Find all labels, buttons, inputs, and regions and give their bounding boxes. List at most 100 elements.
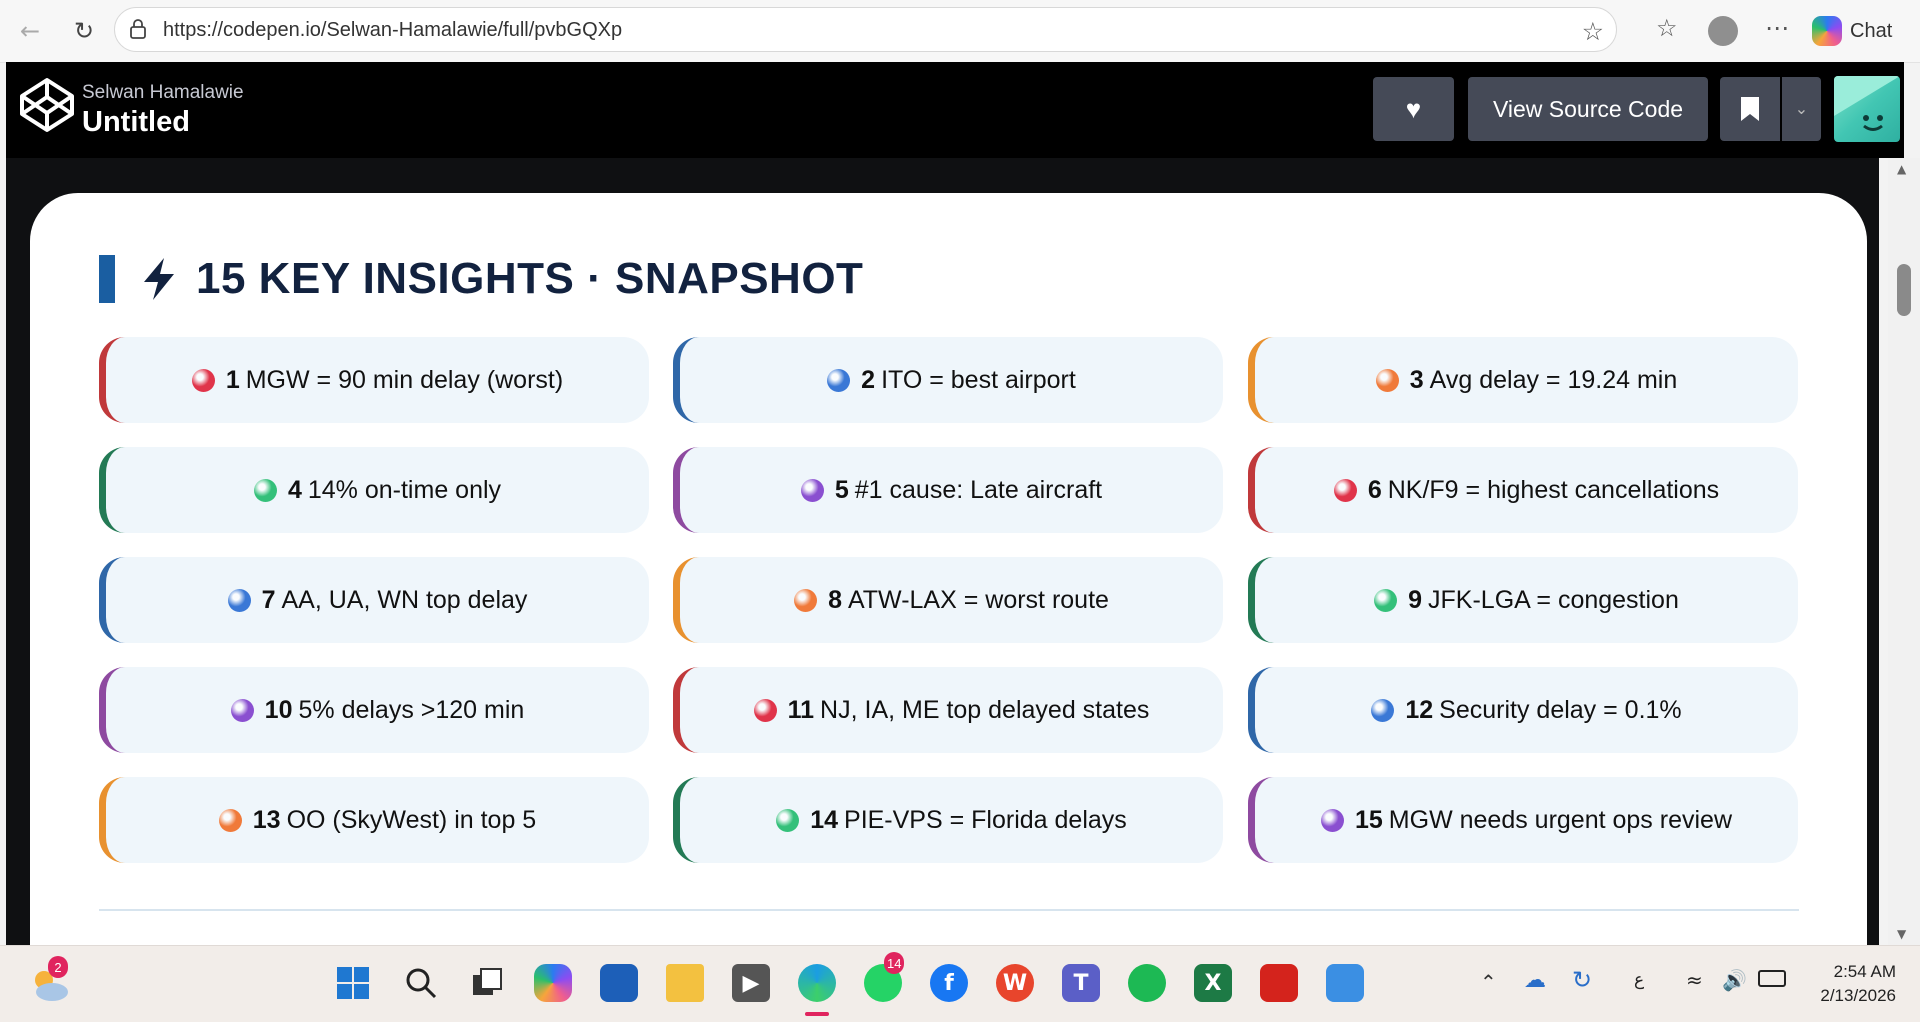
favorite-star-icon[interactable]: ☆: [1582, 17, 1604, 46]
teams-icon[interactable]: T: [1062, 964, 1100, 1002]
insight-tile: 9 JFK-LGA = congestion: [1248, 557, 1798, 643]
insight-text: NJ, IA, ME top delayed states: [820, 695, 1150, 724]
start-icon[interactable]: [334, 964, 372, 1002]
clock-time[interactable]: 2:54 AM: [1806, 962, 1896, 982]
search-icon[interactable]: [402, 964, 440, 1002]
insight-text: 5% delays >120 min: [298, 695, 525, 724]
insight-text: AA, UA, WN top delay: [281, 585, 528, 614]
view-source-label: View Source Code: [1492, 95, 1684, 122]
insight-number: 8: [828, 585, 842, 614]
insight-content: 3 Avg delay = 19.24 min: [1375, 365, 1677, 395]
insight-tile: 15 MGW needs urgent ops review: [1248, 777, 1798, 863]
more-icon[interactable]: ⋯: [1765, 14, 1789, 42]
insight-text: PIE-VPS = Florida delays: [844, 805, 1127, 834]
insight-number: 1: [225, 365, 240, 394]
insight-tile: 3 Avg delay = 19.24 min: [1248, 337, 1798, 423]
insight-number: 3: [1409, 365, 1424, 394]
insight-dot-icon: [218, 808, 242, 832]
battery-icon[interactable]: [1758, 970, 1786, 987]
insight-content: 11 NJ, IA, ME top delayed states: [753, 695, 1150, 725]
insight-dot-icon: [1320, 808, 1344, 832]
insight-text: ATW-LAX = worst route: [847, 585, 1109, 614]
codepen-logo-icon[interactable]: [18, 76, 76, 134]
like-button[interactable]: ♥: [1373, 77, 1454, 141]
facebook-icon[interactable]: f: [930, 964, 968, 1002]
insight-tile: 1 MGW = 90 min delay (worst): [99, 337, 649, 423]
insight-number: 5: [834, 475, 849, 504]
insight-tile: 6 NK/F9 = highest cancellations: [1248, 447, 1798, 533]
insight-dot-icon: [1375, 368, 1399, 392]
lightning-icon: [144, 258, 174, 300]
language-indicator[interactable]: ع: [1634, 970, 1644, 990]
favorites-icon[interactable]: ☆: [1656, 14, 1678, 42]
insight-dot-icon: [1333, 478, 1357, 502]
weather-widget[interactable]: 2: [28, 956, 70, 1002]
scroll-thumb[interactable]: [1897, 264, 1911, 316]
edge-icon[interactable]: [798, 964, 836, 1002]
volume-icon[interactable]: 🔊: [1722, 968, 1747, 992]
wifi-icon[interactable]: ≈: [1686, 968, 1703, 992]
back-icon[interactable]: ←: [12, 13, 48, 49]
insight-dot-icon: [253, 478, 277, 502]
insight-dot-icon: [230, 698, 254, 722]
windows-taskbar: 2 ▶ 14 f W T X ⌃ ☁ ↻ ع ≈ 🔊 2:54 AM 2/13/…: [0, 945, 1920, 1022]
scroll-up-icon[interactable]: ▲: [1897, 162, 1906, 176]
store-icon[interactable]: [600, 964, 638, 1002]
clock-date[interactable]: 2/13/2026: [1796, 986, 1896, 1006]
insight-text: #1 cause: Late aircraft: [854, 475, 1103, 504]
task-view-icon[interactable]: [468, 964, 506, 1002]
insight-tile: 7 AA, UA, WN top delay: [99, 557, 649, 643]
pen-author[interactable]: Selwan Hamalawie: [82, 82, 244, 104]
insight-content: 15 MGW needs urgent ops review: [1320, 805, 1732, 835]
spotify-icon[interactable]: [1128, 964, 1166, 1002]
bookmark-button[interactable]: [1720, 77, 1780, 141]
refresh-icon[interactable]: ↻: [66, 13, 102, 49]
insight-content: 14 PIE-VPS = Florida delays: [776, 806, 1127, 835]
chevron-up-icon[interactable]: ⌃: [1480, 970, 1497, 994]
whatsapp-badge: 14: [884, 952, 905, 974]
insight-number: 11: [787, 695, 815, 724]
insight-content: 8 ATW-LAX = worst route: [794, 586, 1109, 615]
insight-number: 9: [1408, 585, 1423, 614]
bookmark-icon: [1741, 97, 1759, 121]
insight-tile: 11 NJ, IA, ME top delayed states: [673, 667, 1223, 753]
insight-text: OO (SkyWest) in top 5: [286, 805, 537, 834]
acrobat-icon[interactable]: [1260, 964, 1298, 1002]
scroll-down-icon[interactable]: ▼: [1897, 927, 1906, 941]
insight-text: JFK-LGA = congestion: [1428, 585, 1679, 614]
copilot-chat-button[interactable]: Chat: [1812, 13, 1892, 49]
insight-number: 10: [264, 695, 293, 724]
sync-icon[interactable]: ↻: [1572, 966, 1592, 994]
insight-dot-icon: [227, 588, 251, 612]
section-divider: [99, 909, 1799, 911]
insight-number: 14: [810, 805, 839, 834]
insight-dot-icon: [1371, 698, 1395, 722]
address-bar[interactable]: https://codepen.io/Selwan-Hamalawie/full…: [114, 7, 1617, 52]
insight-content: 9 JFK-LGA = congestion: [1374, 586, 1679, 615]
wps-office-icon[interactable]: W: [996, 964, 1034, 1002]
profile-avatar[interactable]: [1708, 16, 1738, 46]
file-explorer-icon[interactable]: [666, 964, 704, 1002]
insight-content: 12 Security delay = 0.1%: [1371, 695, 1682, 725]
insight-tile: 13 OO (SkyWest) in top 5: [99, 777, 649, 863]
bookmark-dropdown-button[interactable]: ⌄: [1782, 77, 1821, 141]
excel-icon[interactable]: X: [1194, 964, 1232, 1002]
onedrive-icon[interactable]: ☁: [1524, 968, 1546, 993]
insight-number: 15: [1354, 805, 1383, 834]
insight-tile: 12 Security delay = 0.1%: [1248, 667, 1798, 753]
insight-number: 6: [1367, 475, 1382, 504]
insight-dot-icon: [776, 808, 800, 832]
insight-dot-icon: [800, 478, 824, 502]
insight-number: 12: [1405, 695, 1434, 724]
page-scrollbar[interactable]: ▲ ▼: [1888, 158, 1920, 945]
view-source-button[interactable]: View Source Code: [1468, 77, 1708, 141]
heart-icon: ♥: [1405, 93, 1422, 124]
media-player-icon[interactable]: ▶: [732, 964, 770, 1002]
browser-toolbar: ← ↻ https://codepen.io/Selwan-Hamalawie/…: [0, 0, 1920, 63]
codepen-header: Selwan Hamalawie Untitled ♥ View Source …: [6, 62, 1904, 158]
insight-text: Security delay = 0.1%: [1439, 695, 1682, 724]
user-avatar[interactable]: [1834, 76, 1900, 142]
notepad-icon[interactable]: [1326, 964, 1364, 1002]
copilot-taskbar-icon[interactable]: [534, 964, 572, 1002]
insight-tile: 4 14% on-time only: [99, 447, 649, 533]
